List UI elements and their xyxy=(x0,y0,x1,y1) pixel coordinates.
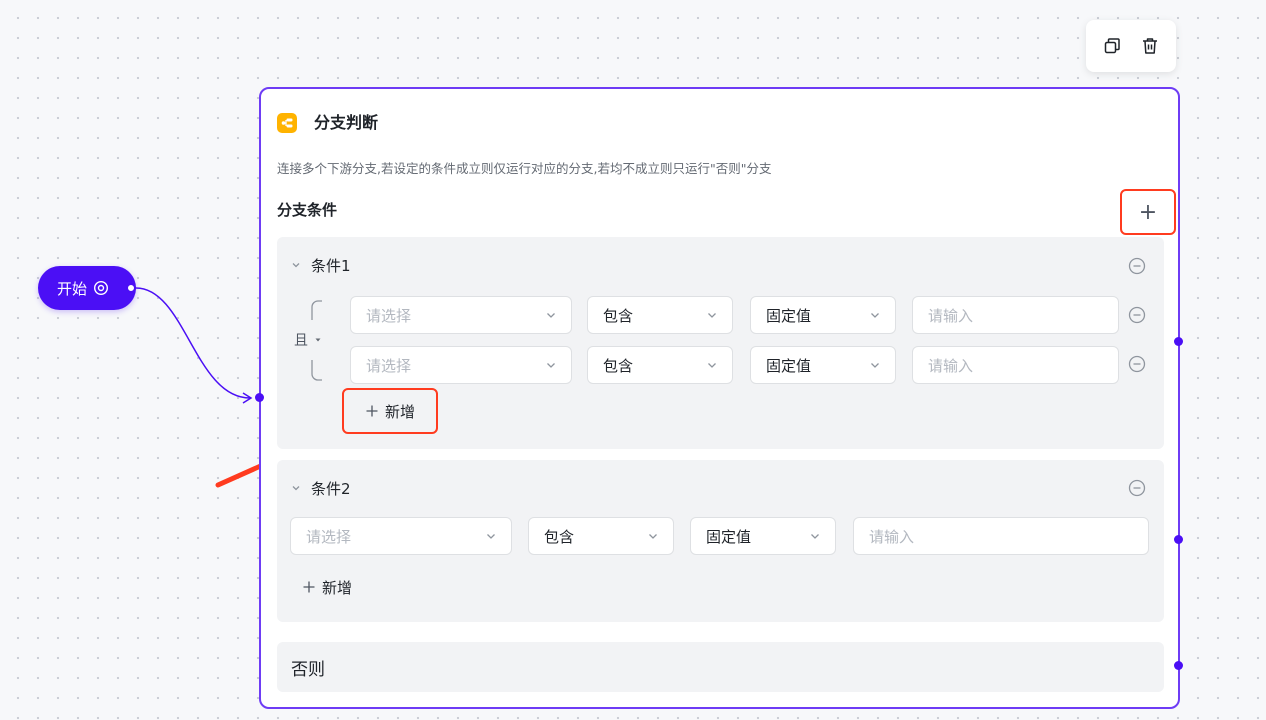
chevron-down-icon xyxy=(649,534,657,539)
chevron-down-icon xyxy=(708,363,716,368)
plus-icon xyxy=(303,581,315,593)
else-label: 否则 xyxy=(291,659,325,680)
value-type-select[interactable]: 固定值 xyxy=(750,296,896,334)
caret-down-icon xyxy=(315,338,321,342)
operator-value: 包含 xyxy=(603,306,634,325)
output-port-condition-1[interactable] xyxy=(1174,337,1183,346)
variable-select[interactable]: 请选择 xyxy=(350,346,572,384)
remove-row-button[interactable] xyxy=(1128,306,1146,324)
value-input[interactable]: 请输入 xyxy=(912,296,1119,334)
output-port-else[interactable] xyxy=(1174,661,1183,670)
condition-title: 条件1 xyxy=(311,256,351,275)
minus-circle-icon xyxy=(1128,257,1146,275)
value-input-placeholder: 请输入 xyxy=(928,356,974,375)
value-type-value: 固定值 xyxy=(766,356,812,375)
input-port[interactable] xyxy=(255,393,264,402)
section-title: 分支条件 xyxy=(277,201,338,219)
trash-icon xyxy=(1143,38,1157,54)
logic-operator-label: 且 xyxy=(294,333,308,349)
output-port-condition-2[interactable] xyxy=(1174,535,1183,544)
chevron-down-icon xyxy=(811,534,819,539)
condition-header[interactable]: 条件1 xyxy=(291,254,351,276)
node-title: 分支判断 xyxy=(314,113,379,132)
logic-operator-dropdown[interactable]: 且 xyxy=(294,330,322,350)
value-type-select[interactable]: 固定值 xyxy=(690,517,836,555)
edge-connector xyxy=(135,287,251,399)
value-input[interactable]: 请输入 xyxy=(853,517,1149,555)
node-description: 连接多个下游分支,若设定的条件成立则仅运行对应的分支,若均不成立则只运行"否则"… xyxy=(277,161,772,176)
node-toolbar xyxy=(1086,20,1176,72)
value-input-placeholder: 请输入 xyxy=(869,527,915,546)
variable-select-placeholder: 请选择 xyxy=(366,356,412,375)
chevron-down-icon xyxy=(487,534,495,539)
delete-button[interactable] xyxy=(1140,36,1160,56)
chevron-down-icon xyxy=(871,363,879,368)
plus-icon xyxy=(366,405,378,417)
branch-icon xyxy=(277,113,297,133)
settings-icon xyxy=(93,280,109,296)
operator-select[interactable]: 包含 xyxy=(587,346,733,384)
operator-select[interactable]: 包含 xyxy=(528,517,674,555)
add-branch-button[interactable]: + xyxy=(1120,189,1176,235)
chevron-down-icon xyxy=(291,260,301,270)
remove-condition-button[interactable] xyxy=(1128,479,1146,497)
minus-circle-icon xyxy=(1128,355,1146,373)
start-node-label: 开始 xyxy=(57,279,88,298)
chevron-down-icon xyxy=(291,483,301,493)
add-row-button[interactable]: 新增 xyxy=(302,575,352,599)
remove-row-button[interactable] xyxy=(1128,355,1146,373)
minus-circle-icon xyxy=(1128,306,1146,324)
variable-select[interactable]: 请选择 xyxy=(290,517,512,555)
variable-select[interactable]: 请选择 xyxy=(350,296,572,334)
operator-value: 包含 xyxy=(603,356,634,375)
value-input-placeholder: 请输入 xyxy=(928,306,974,325)
copy-icon xyxy=(1104,38,1120,54)
start-output-port[interactable] xyxy=(126,283,136,293)
add-row-label: 新增 xyxy=(322,578,353,597)
chevron-down-icon xyxy=(547,363,555,368)
variable-select-placeholder: 请选择 xyxy=(366,306,412,325)
value-input[interactable]: 请输入 xyxy=(912,346,1119,384)
chevron-down-icon xyxy=(708,313,716,318)
variable-select-placeholder: 请选择 xyxy=(306,527,352,546)
operator-value: 包含 xyxy=(544,527,575,546)
minus-circle-icon xyxy=(1128,479,1146,497)
operator-select[interactable]: 包含 xyxy=(587,296,733,334)
condition-header[interactable]: 条件2 xyxy=(291,477,351,499)
value-type-value: 固定值 xyxy=(766,306,812,325)
add-row-label: 新增 xyxy=(384,402,415,421)
add-row-button[interactable]: 新增 xyxy=(342,388,438,434)
else-branch[interactable]: 否则 xyxy=(277,642,1164,692)
chevron-down-icon xyxy=(547,313,555,318)
condition-title: 条件2 xyxy=(311,479,351,498)
value-type-select[interactable]: 固定值 xyxy=(750,346,896,384)
copy-button[interactable] xyxy=(1102,36,1122,56)
start-node[interactable]: 开始 xyxy=(38,266,136,310)
value-type-value: 固定值 xyxy=(706,527,752,546)
remove-condition-button[interactable] xyxy=(1128,257,1146,275)
chevron-down-icon xyxy=(871,313,879,318)
